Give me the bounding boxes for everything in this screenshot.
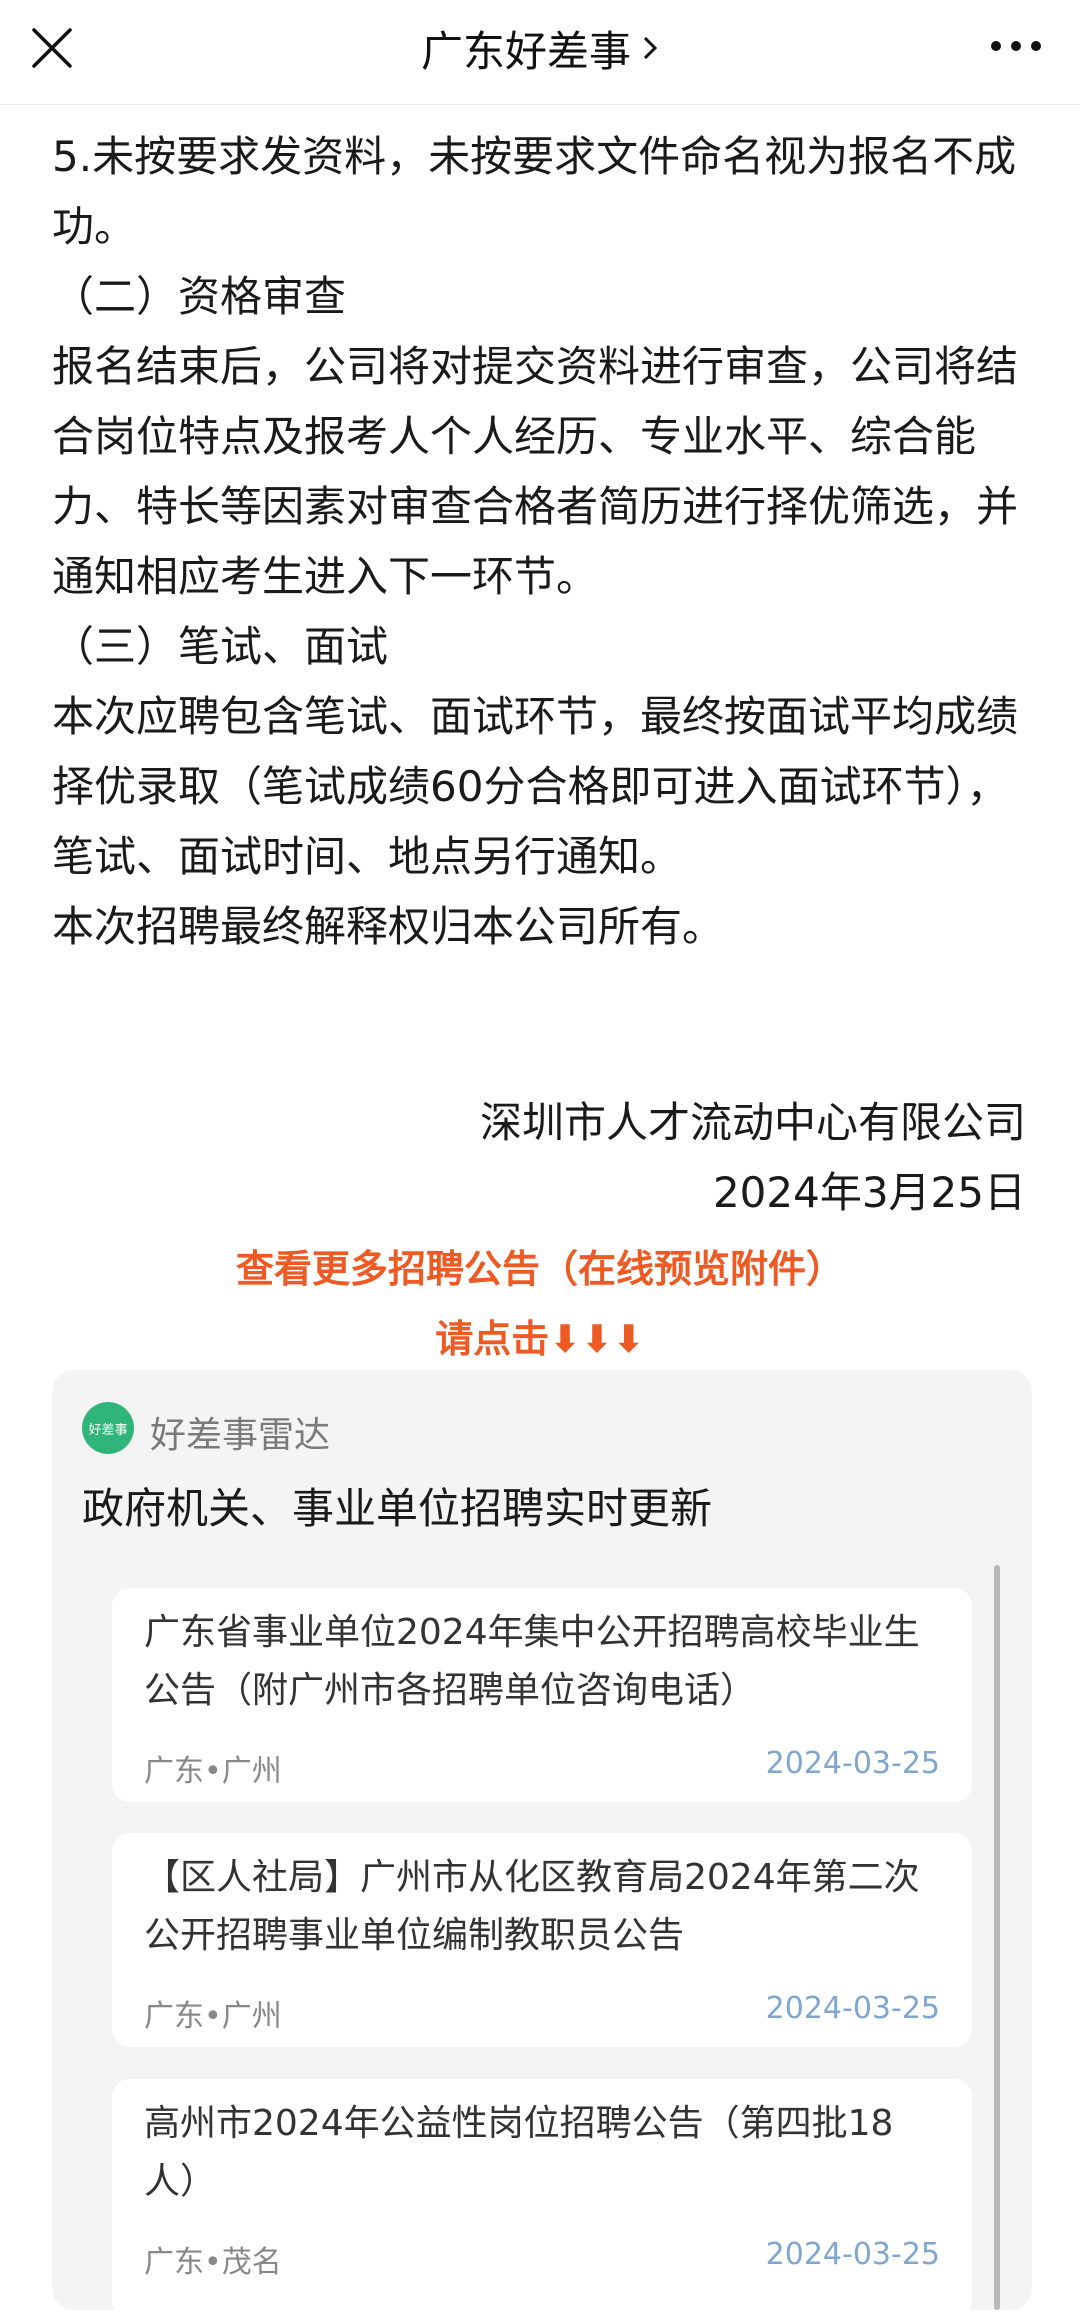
item-date: 2024-03-25 [765, 1746, 940, 1781]
top-bar: 广东好差事 [0, 0, 1080, 105]
article-paragraph: 本次应聘包含笔试、面试环节，最终按面试平均成绩择优录取（笔试成绩60分合格即可进… [52, 692, 1019, 881]
promo-click-prompt[interactable]: 请点击⬇⬇⬇ [0, 1308, 1080, 1363]
item-date: 2024-03-25 [765, 1991, 940, 2026]
list-item[interactable]: 广东省事业单位2024年集中公开招聘高校毕业生公告（附广州市各招聘单位咨询电话）… [112, 1588, 972, 1802]
list-item[interactable]: 【区人社局】广州市从化区教育局2024年第二次公开招聘事业单位编制教职员公告 广… [112, 1833, 972, 2047]
item-location: 广东•广州 [144, 1999, 282, 2034]
signature-organization: 深圳市人才流动中心有限公司 [479, 1098, 1026, 1147]
article-paragraph: 报名结束后，公司将对提交资料进行审查，公司将结合岗位特点及报考人个人经历、专业水… [52, 342, 1019, 601]
source-name: 好差事雷达 [150, 1415, 331, 1456]
item-title: 高州市2024年公益性岗位招聘公告（第四批18人） [144, 2103, 894, 2202]
chevron-right-icon [643, 36, 658, 60]
card-heading: 政府机关、事业单位招聘实时更新 [82, 1484, 713, 1533]
more-icon[interactable] [988, 36, 1044, 56]
account-title-link[interactable]: 广东好差事 [0, 0, 1080, 96]
item-location: 广东•茂名 [144, 2245, 282, 2280]
mini-program-card[interactable]: 好差事 好差事雷达 政府机关、事业单位招聘实时更新 广东省事业单位2024年集中… [52, 1370, 1032, 2319]
page-title: 广东好差事 [420, 26, 631, 76]
item-title: 广东省事业单位2024年集中公开招聘高校毕业生公告（附广州市各招聘单位咨询电话） [144, 1612, 920, 1711]
logo-text: 好差事 [88, 1422, 128, 1438]
list-item[interactable]: 高州市2024年公益性岗位招聘公告（第四批18人） 广东•茂名 2024-03-… [112, 2079, 972, 2319]
promo-link[interactable]: 查看更多招聘公告（在线预览附件） [0, 1238, 1080, 1293]
item-location: 广东•广州 [144, 1754, 282, 1789]
source-logo: 好差事 [82, 1402, 134, 1454]
section-heading: （二）资格审查 [52, 272, 347, 321]
item-title: 【区人社局】广州市从化区教育局2024年第二次公开招聘事业单位编制教职员公告 [144, 1857, 920, 1956]
article-body: 5.未按要求发资料，未按要求文件命名视为报名不成功。 （二）资格审查 报名结束后… [52, 122, 1032, 962]
item-date: 2024-03-25 [765, 2237, 940, 2272]
article-paragraph: 5.未按要求发资料，未按要求文件命名视为报名不成功。 [52, 132, 1017, 251]
article-paragraph: 本次招聘最终解释权归本公司所有。 [52, 902, 725, 951]
signature-date: 2024年3月25日 [712, 1168, 1026, 1217]
scrollbar[interactable] [994, 1565, 1000, 2310]
section-heading: （三）笔试、面试 [52, 622, 389, 671]
